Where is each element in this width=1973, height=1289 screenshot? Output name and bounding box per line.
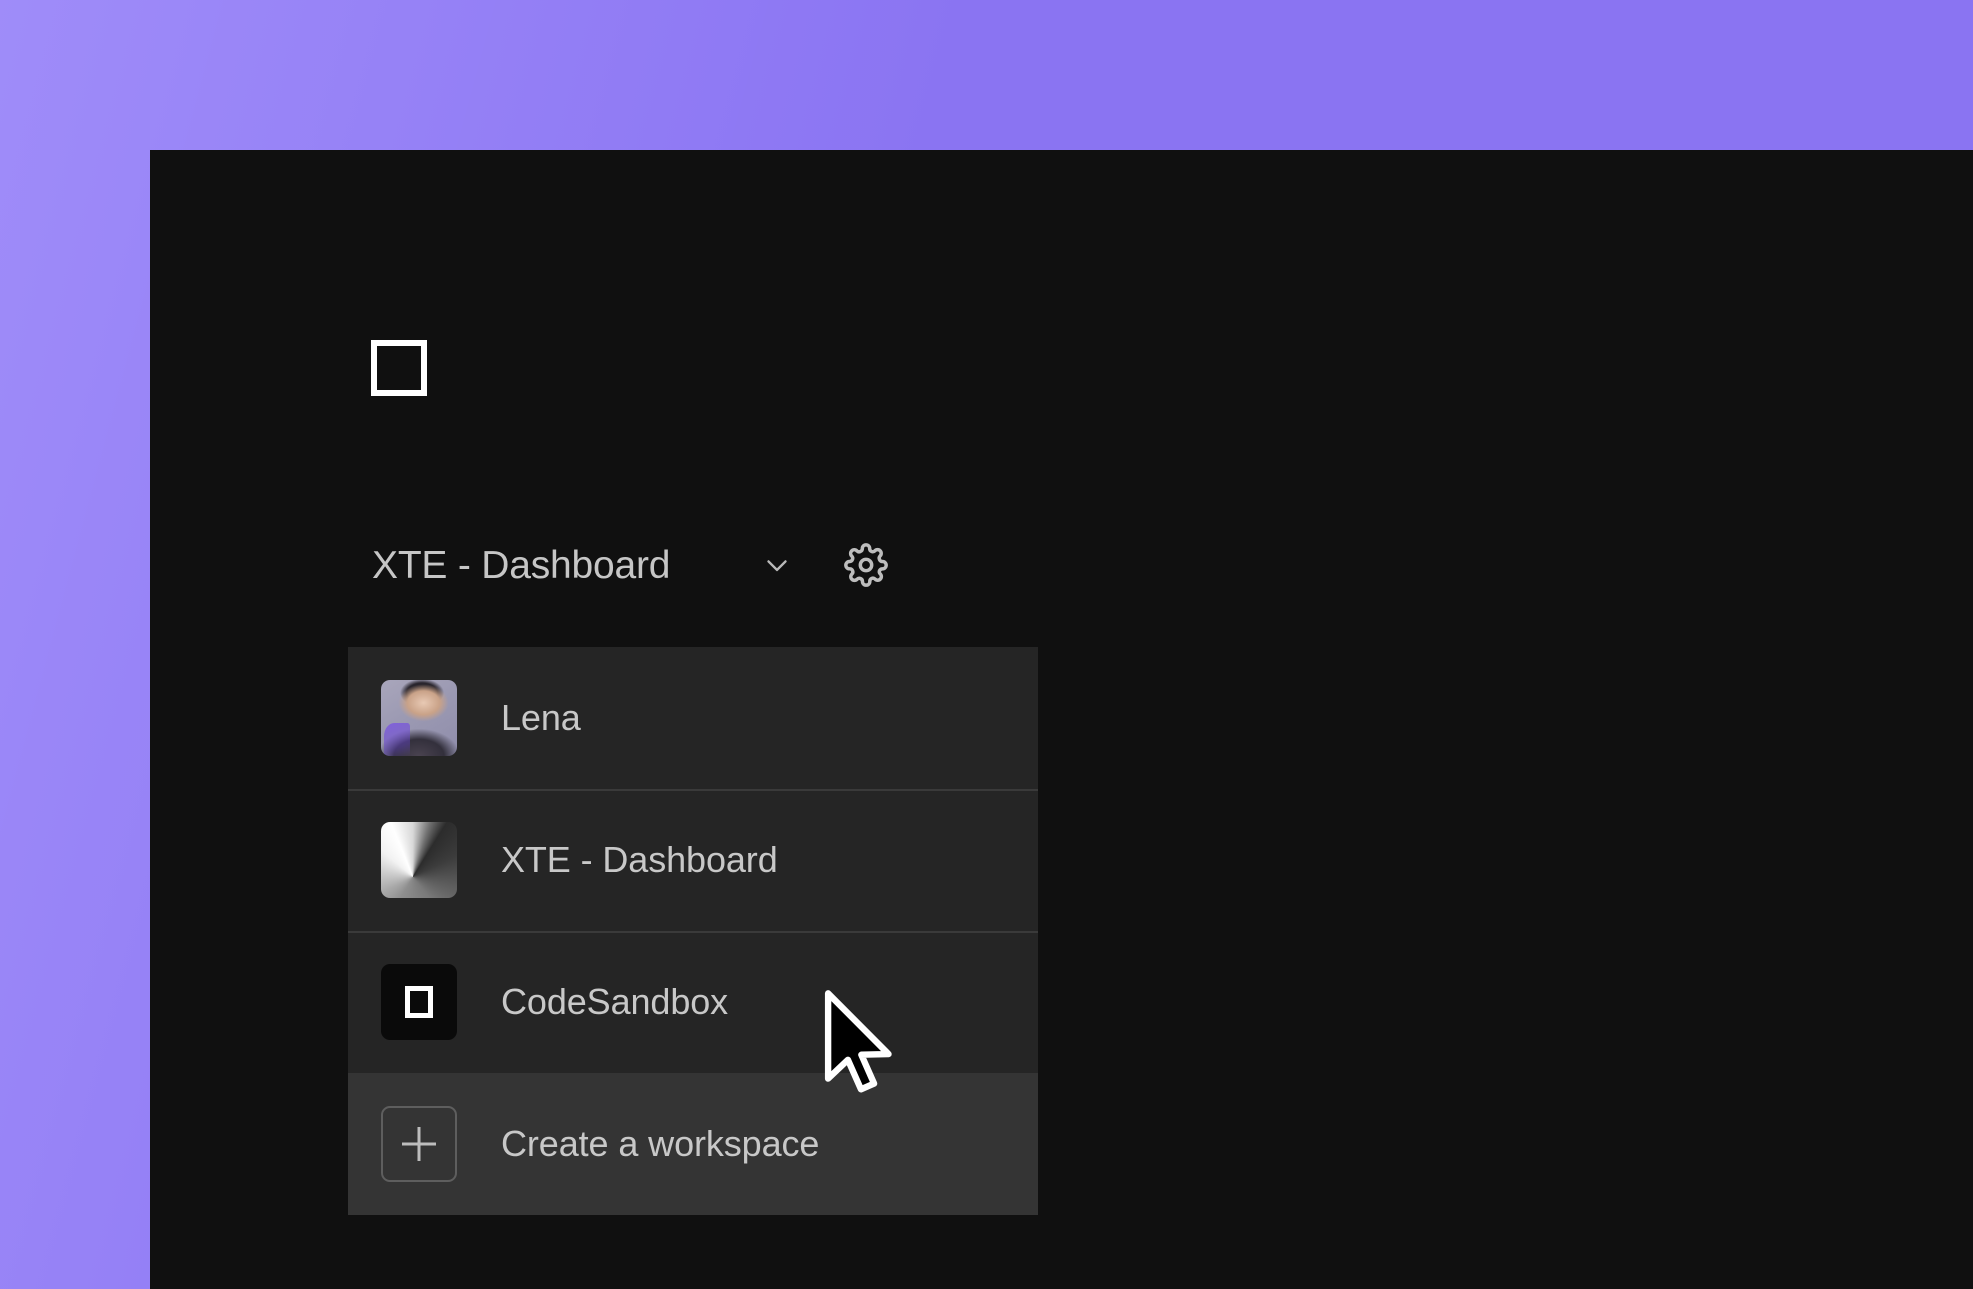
page-title: XTE - Dashboard: [372, 543, 671, 587]
plus-icon: [381, 1106, 457, 1182]
workspace-item-lena[interactable]: Lena: [348, 647, 1038, 789]
workspace-item-label: CodeSandbox: [501, 981, 729, 1022]
square-outline-icon[interactable]: [371, 340, 427, 396]
workspace-item-codesandbox[interactable]: CodeSandbox: [348, 931, 1038, 1073]
workspace-dropdown-menu: Lena XTE - Dashboard CodeSandbox Create …: [348, 647, 1038, 1215]
create-workspace-button[interactable]: Create a workspace: [348, 1073, 1038, 1215]
workspace-header: XTE - Dashboard: [300, 525, 889, 605]
codesandbox-logo-icon: [381, 964, 457, 1040]
create-workspace-label: Create a workspace: [501, 1123, 820, 1164]
workspace-item-label: XTE - Dashboard: [501, 839, 778, 880]
workspace-item-label: Lena: [501, 697, 581, 738]
workspace-item-xte-dashboard[interactable]: XTE - Dashboard: [348, 789, 1038, 931]
avatar: [381, 680, 457, 756]
app-window: XTE - Dashboard Lena XTE - Dashboard Cod…: [150, 150, 1973, 1289]
gear-icon[interactable]: [844, 543, 889, 587]
gradient-thumbnail-icon: [381, 822, 457, 898]
chevron-down-icon[interactable]: [760, 548, 794, 582]
